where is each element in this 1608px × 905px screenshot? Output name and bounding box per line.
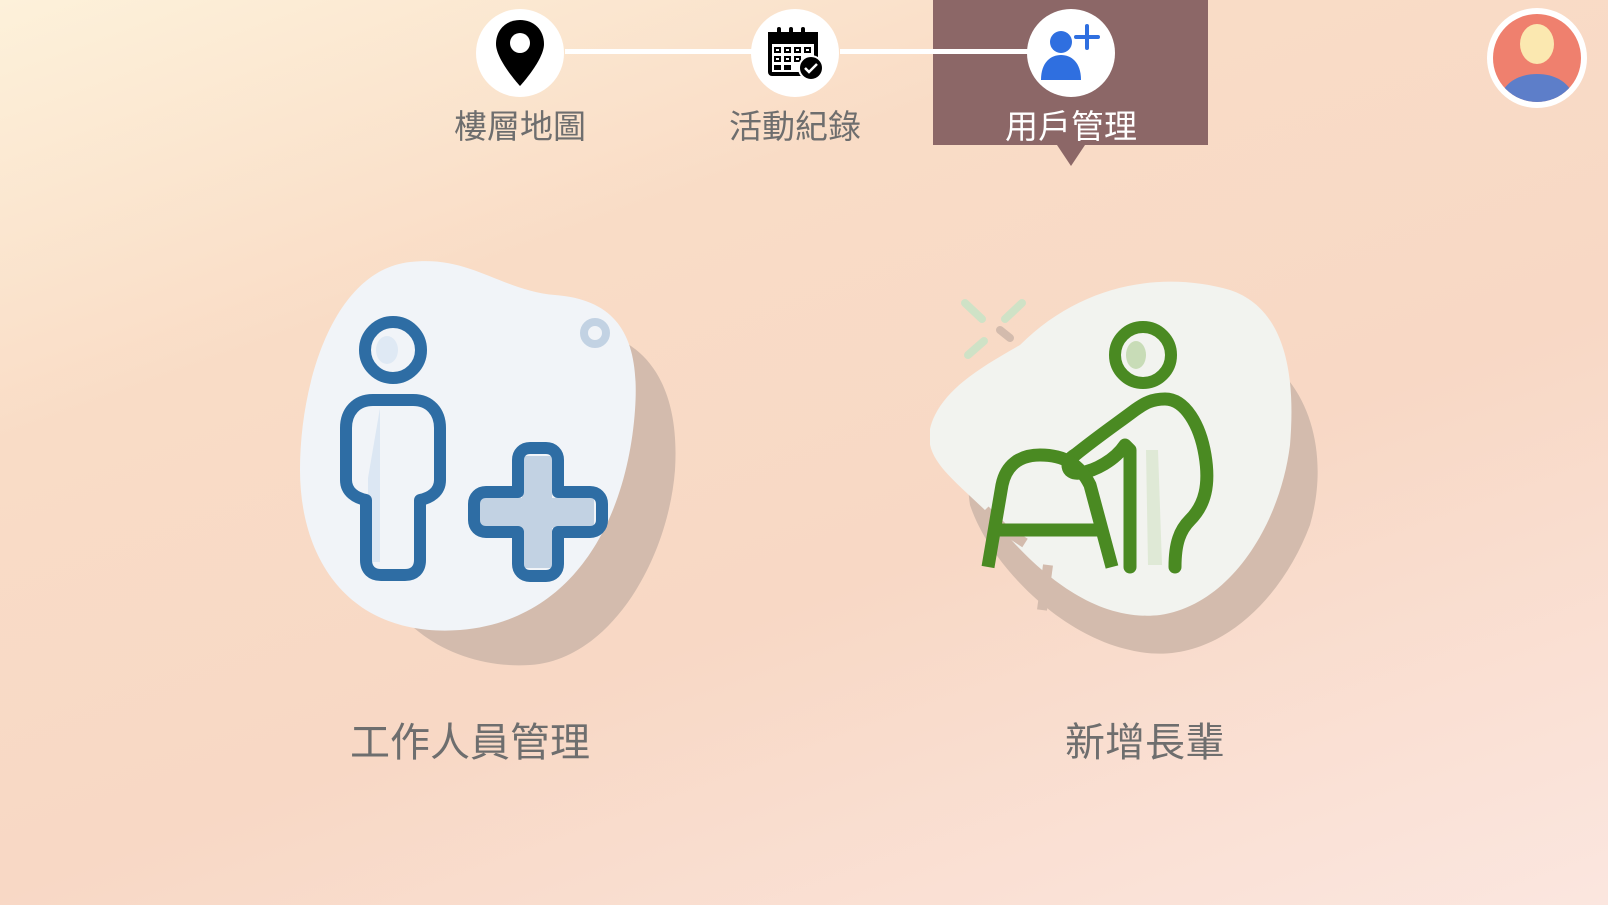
add-staff-icon — [300, 261, 676, 666]
staff-management-label[interactable]: 工作人員管理 — [330, 710, 610, 768]
add-elder-label[interactable]: 新增長輩 — [1040, 710, 1250, 768]
elderly-walker-icon — [929, 281, 1318, 654]
add-elder-card[interactable] — [929, 275, 1330, 685]
step-icon-circle — [1027, 9, 1115, 97]
nav-step-label: 樓層地圖 — [454, 107, 586, 146]
add-user-icon — [1041, 24, 1100, 80]
nav-step-user-management[interactable]: 用戶管理 — [1001, 9, 1141, 149]
location-pin-icon — [496, 20, 544, 86]
nav-step-activity-log[interactable]: 活動紀錄 — [725, 9, 865, 149]
nav-step-label: 用戶管理 — [1005, 107, 1137, 146]
user-avatar-button[interactable] — [1487, 8, 1587, 108]
user-avatar-icon — [1493, 14, 1581, 102]
nav-step-floor-map[interactable]: 樓層地圖 — [450, 9, 590, 149]
staff-management-card[interactable] — [290, 260, 680, 690]
calendar-check-icon — [768, 27, 824, 81]
step-icon-circle — [751, 9, 839, 97]
nav-step-label: 活動紀錄 — [729, 107, 861, 146]
step-icon-circle — [476, 9, 564, 97]
